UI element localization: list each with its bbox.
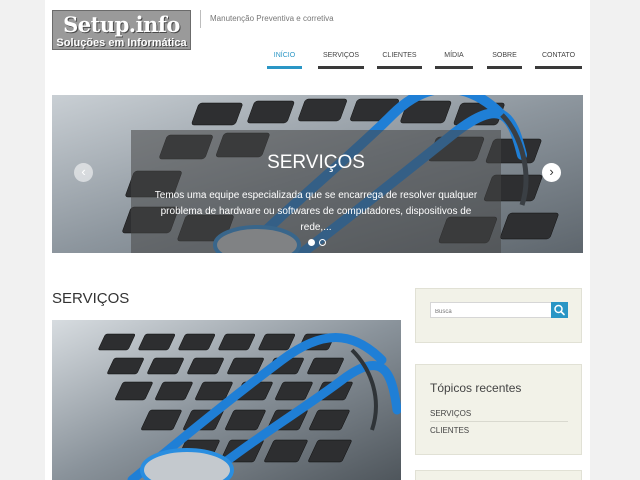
logo-subtitle: Soluções em Informática [56, 37, 187, 49]
recent-topics-widget: Tópicos recentes SERVIÇOS CLIENTES [415, 364, 582, 455]
header-divider [200, 10, 201, 28]
search-widget [415, 288, 582, 343]
recent-topic-link[interactable]: SERVIÇOS [430, 409, 471, 418]
search-input[interactable] [430, 302, 552, 318]
page-title: SERVIÇOS [52, 290, 130, 307]
search-icon [554, 304, 565, 316]
content-photo [52, 320, 401, 480]
nav-item-inicio[interactable]: INÍCIO [267, 52, 302, 69]
nav-item-sobre[interactable]: SOBRE [487, 52, 522, 69]
search-button[interactable] [551, 302, 568, 318]
nav-item-contato[interactable]: CONTATO [535, 52, 582, 69]
site-logo[interactable]: Setup.info Soluções em Informática [52, 10, 191, 50]
recent-topic-divider [430, 421, 568, 422]
logo-title: Setup.info [63, 12, 180, 37]
slide-caption: SERVIÇOS Temos uma equipe especializada … [131, 130, 501, 253]
slide-title: SERVIÇOS [267, 152, 365, 173]
slider-dot-2[interactable] [319, 239, 326, 246]
site-tagline: Manutenção Preventiva e corretiva [210, 14, 334, 23]
chevron-left-icon: ‹ [81, 164, 86, 179]
keyboard-stethoscope-photo [52, 320, 401, 480]
nav-item-servicos[interactable]: SERVIÇOS [318, 52, 364, 69]
nav-item-midia[interactable]: MÍDIA [435, 52, 473, 69]
slider-prev-button[interactable]: ‹ [74, 163, 93, 182]
slider-dot-1[interactable] [308, 239, 315, 246]
page-container: Setup.info Soluções em Informática Manut… [45, 0, 590, 480]
chevron-right-icon: › [549, 164, 554, 179]
recent-topics-title: Tópicos recentes [430, 381, 522, 395]
slider-next-button[interactable]: › [542, 163, 561, 182]
slide-text: Temos uma equipe especializada que se en… [154, 190, 478, 233]
sidebar-widget [415, 470, 582, 480]
hero-slider[interactable]: SERVIÇOS Temos uma equipe especializada … [52, 95, 583, 253]
nav-item-clientes[interactable]: CLIENTES [377, 52, 422, 69]
recent-topic-link[interactable]: CLIENTES [430, 426, 469, 435]
